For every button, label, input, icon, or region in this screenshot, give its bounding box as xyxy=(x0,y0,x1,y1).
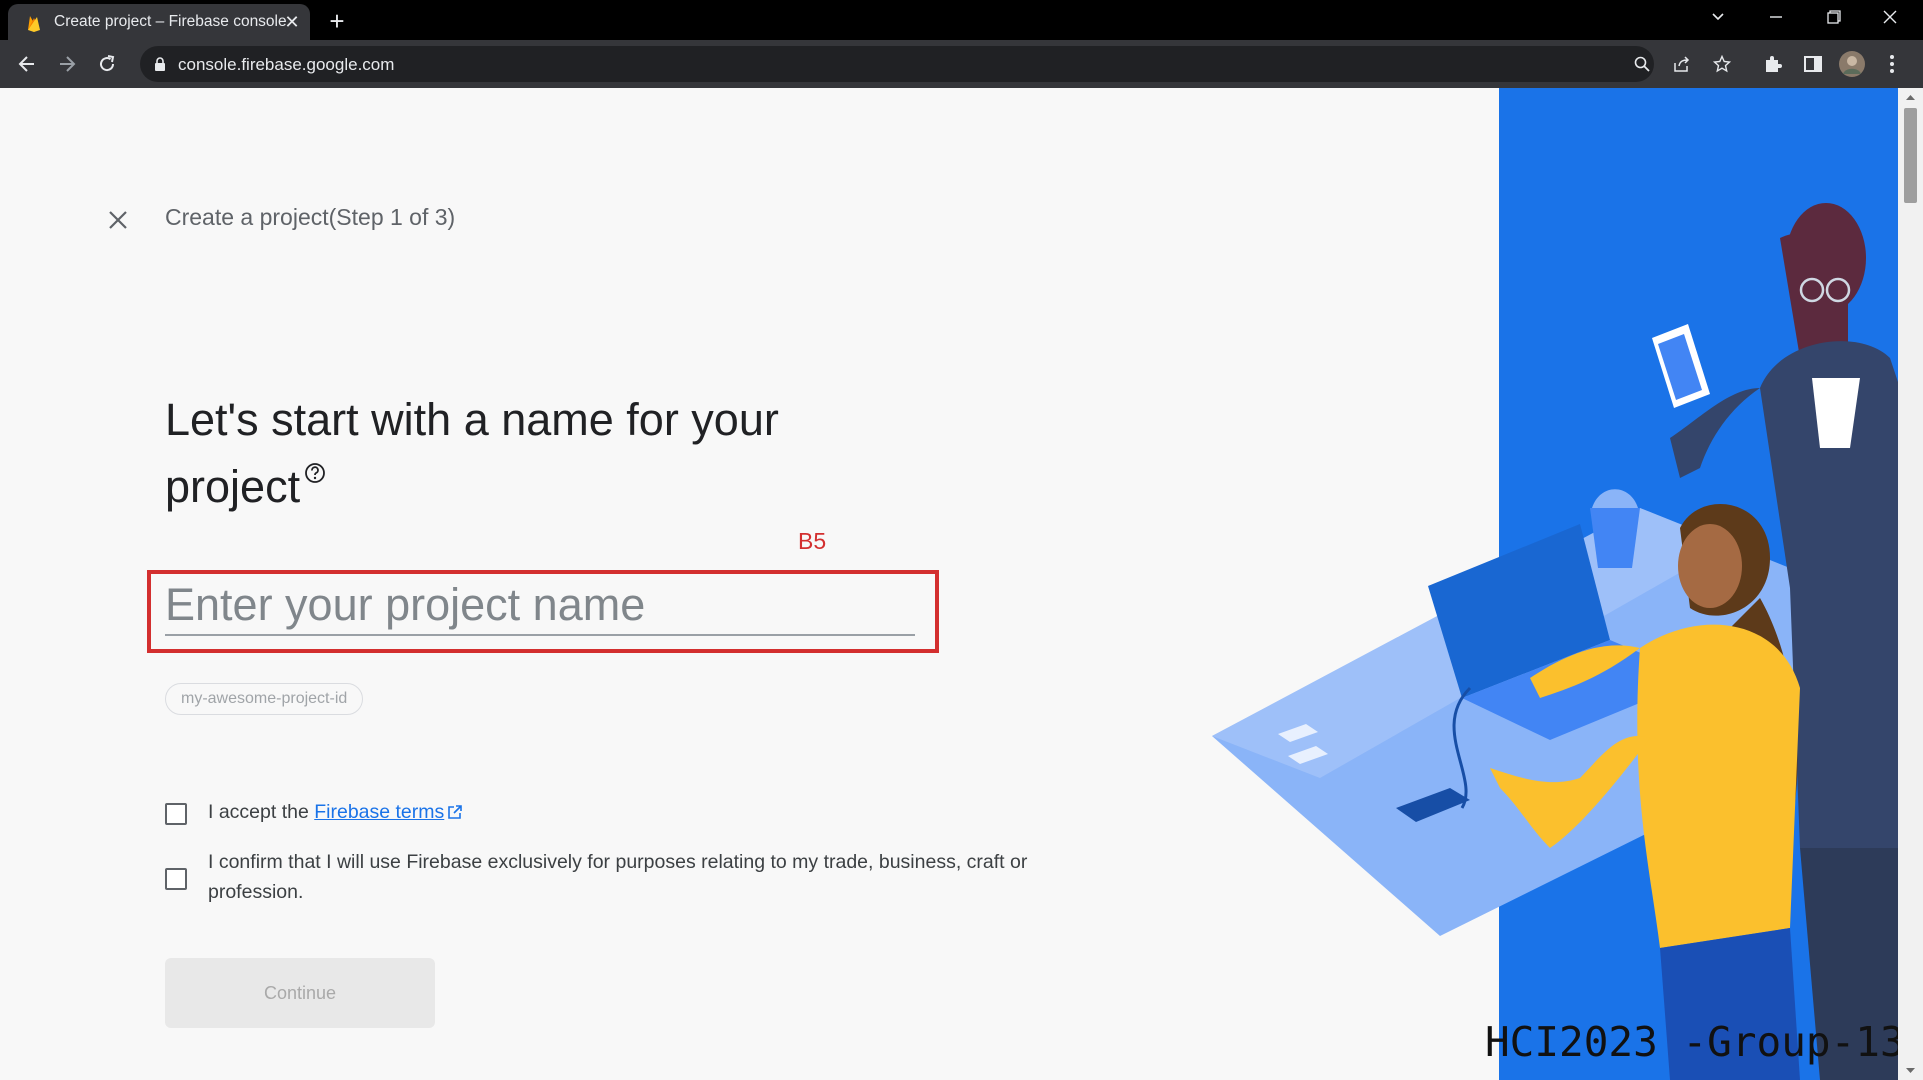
tab-title: Create project – Firebase console xyxy=(54,13,287,30)
terms-text: I accept the Firebase terms xyxy=(208,797,463,827)
confirm-checkbox[interactable] xyxy=(165,868,187,890)
terms-checkbox[interactable] xyxy=(165,803,187,825)
share-icon[interactable] xyxy=(1672,54,1692,74)
confirm-text: I confirm that I will use Firebase exclu… xyxy=(208,851,1028,903)
firebase-terms-link[interactable]: Firebase terms xyxy=(314,801,444,823)
new-tab-button[interactable]: + xyxy=(322,6,352,36)
minimize-icon[interactable] xyxy=(1756,4,1796,36)
extensions-icon[interactable] xyxy=(1761,52,1785,76)
kebab-menu-icon[interactable] xyxy=(1880,52,1904,76)
restore-icon[interactable] xyxy=(1814,4,1854,36)
sidepanel-icon[interactable] xyxy=(1801,52,1825,76)
watermark-text: HCI2023 -Group-13 xyxy=(1485,1018,1905,1066)
firebase-flame-icon xyxy=(28,16,40,32)
url-text[interactable]: console.firebase.google.com xyxy=(178,55,394,75)
close-icon[interactable] xyxy=(102,204,134,236)
tab-strip: Create project – Firebase console ✕ + xyxy=(0,0,1923,40)
scrollbar[interactable] xyxy=(1898,88,1923,1080)
terms-prefix: I accept the xyxy=(208,801,315,823)
reload-icon[interactable] xyxy=(91,48,123,80)
tab-active[interactable]: Create project – Firebase console ✕ xyxy=(8,4,310,40)
forward-arrow-icon[interactable] xyxy=(51,48,83,80)
annotation-label: B5 xyxy=(798,528,827,554)
project-id-chip[interactable]: my-awesome-project-id xyxy=(165,683,364,715)
project-name-input[interactable] xyxy=(165,576,915,636)
page-content: Create a project(Step 1 of 3) Let's star… xyxy=(0,88,1923,1080)
tab-close-icon[interactable]: ✕ xyxy=(280,10,304,34)
back-arrow-icon[interactable] xyxy=(11,48,43,80)
browser-toolbar: console.firebase.google.com xyxy=(0,40,1923,88)
tab-search-chevron-down-icon[interactable] xyxy=(1698,4,1738,36)
avatar[interactable] xyxy=(1838,50,1866,78)
continue-button[interactable]: Continue xyxy=(165,958,435,1028)
step-title: Create a project(Step 1 of 3) xyxy=(165,204,456,230)
star-icon[interactable] xyxy=(1712,54,1732,74)
illustration xyxy=(1212,88,1900,1080)
scrollbar-thumb[interactable] xyxy=(1904,108,1917,203)
heading-text: Let's start with a name for your project xyxy=(165,394,779,512)
window-close-icon[interactable] xyxy=(1870,4,1910,36)
address-bar[interactable]: console.firebase.google.com xyxy=(140,46,1731,82)
zoom-icon[interactable] xyxy=(1632,54,1652,74)
scroll-up-arrow-icon[interactable] xyxy=(1904,92,1917,102)
help-icon[interactable] xyxy=(304,462,326,484)
external-link-icon[interactable] xyxy=(447,804,463,820)
scroll-down-arrow-icon[interactable] xyxy=(1904,1066,1917,1076)
page-title: Let's start with a name for your project xyxy=(165,386,785,520)
lock-icon[interactable] xyxy=(154,56,166,72)
